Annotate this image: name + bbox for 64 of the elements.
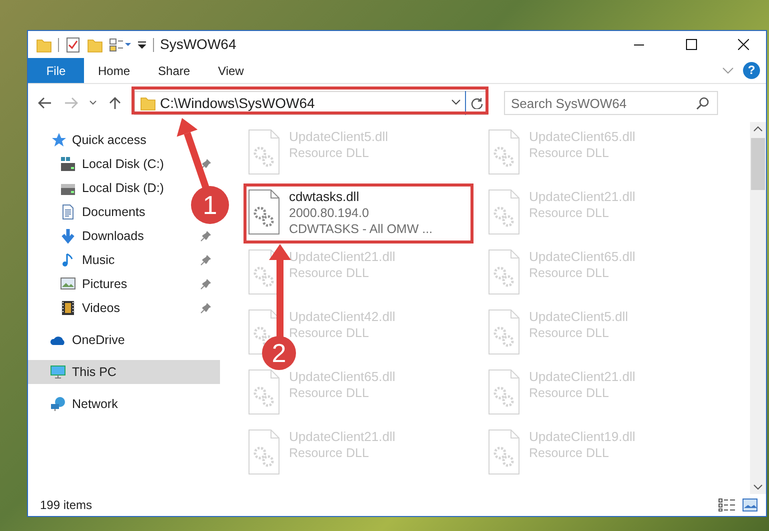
nav-item[interactable]: Documents [28,200,154,224]
back-arrow-icon[interactable] [38,97,52,109]
ribbon-tab[interactable]: Home [84,58,144,83]
properties-check-icon[interactable] [65,36,81,52]
pin-icon[interactable] [200,158,212,170]
gear-file-icon [487,429,521,475]
refresh-icon[interactable] [470,97,482,109]
callout-arrow [176,118,210,190]
nav-item[interactable]: Local Disk (C:) [28,152,220,176]
file-name[interactable]: cdwtasks.dll [289,189,433,205]
nav-item[interactable]: Network [28,392,220,416]
drive-icon [60,156,76,172]
address-path: C:\Windows\SysWOW64 [160,95,315,111]
gear-file-icon [487,309,521,355]
nav-item[interactable]: Videos [28,296,220,320]
computer-icon [50,364,66,380]
nav-item[interactable]: Music [28,248,220,272]
up-arrow-icon[interactable] [109,96,121,110]
nav-item[interactable]: Downloads [28,224,220,248]
nav-item[interactable]: OneDrive [28,328,220,352]
file-detail: 2000.80.194.0 [289,205,370,221]
file-detail: CDWTASKS - All OMW ... [289,221,433,237]
vertical-scrollbar[interactable] [750,122,766,494]
nav-item[interactable]: Local Disk (D:) [28,176,172,200]
download-icon [60,228,76,244]
nav-item[interactable]: This PC [28,360,220,384]
gear-file-icon [487,249,521,295]
gear-file-icon [247,129,281,175]
dropdown-caret-icon[interactable] [451,99,461,107]
search-field[interactable]: Search SysWOW64 [504,91,718,115]
large-icons-view-icon[interactable] [742,498,758,512]
caret-icon[interactable] [89,100,97,106]
help-button[interactable]: ? [743,62,760,79]
star-icon [50,132,66,148]
gear-file-icon [247,189,281,235]
details-view-icon[interactable] [718,498,736,512]
ribbon-tab[interactable]: Share [144,58,204,83]
address-bar[interactable]: C:\Windows\SysWOW64 [134,91,488,115]
maximize-icon[interactable] [686,39,696,50]
document-icon [60,204,76,220]
window-title: SysWOW64 [160,35,238,54]
close-icon[interactable] [738,39,748,50]
picture-icon [60,276,76,292]
nav-item[interactable]: Pictures [28,272,220,296]
folder-icon [140,95,156,111]
gear-file-icon [247,369,281,415]
network-icon [50,396,66,412]
gear-file-icon [487,189,521,235]
item-count: 199 items [40,497,94,514]
step-number-badge: 1 [191,186,229,224]
pin-icon[interactable] [200,278,212,290]
pin-icon[interactable] [200,254,212,266]
ribbon-tab[interactable]: View [204,58,258,83]
pin-icon[interactable] [200,302,212,314]
pin-icon[interactable] [200,230,212,242]
gear-file-icon [487,369,521,415]
scrollbar-thumb[interactable] [751,138,765,190]
step-number-badge: 2 [262,336,296,370]
nav-item[interactable]: Quick access [28,128,220,152]
gear-file-icon [247,429,281,475]
view-options-icon[interactable] [109,36,131,52]
gear-file-icon [487,129,521,175]
film-icon [60,300,76,316]
file-menu-button[interactable]: File [28,58,84,83]
